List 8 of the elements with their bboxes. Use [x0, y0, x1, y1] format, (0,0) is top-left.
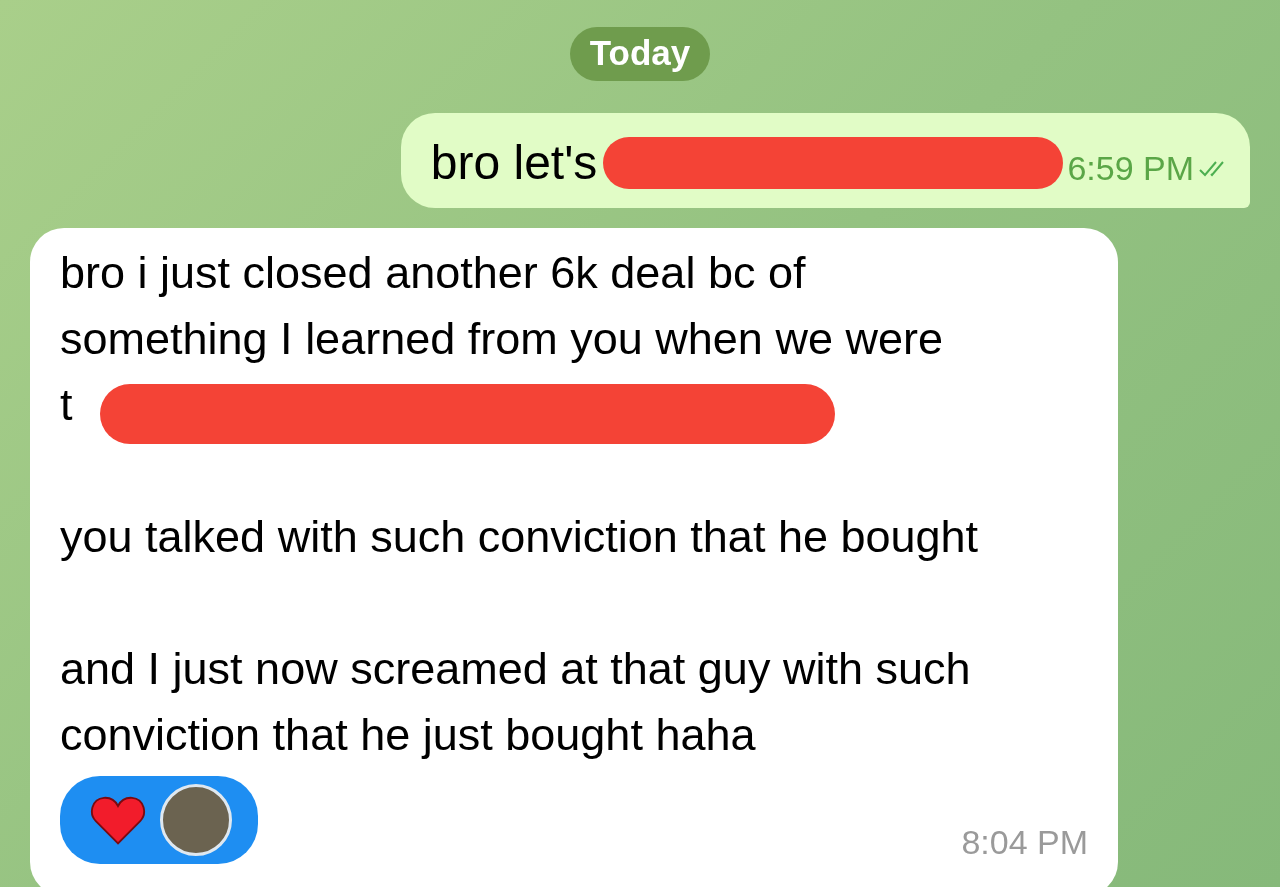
message-text: bro let's — [430, 135, 598, 190]
heart-icon — [90, 794, 146, 846]
date-label: Today — [569, 27, 711, 81]
message-time: 6:59 PM — [1067, 149, 1194, 188]
message-text: you talked with such conviction that he bought — [60, 510, 980, 564]
message-time: 8:04 PM — [961, 823, 1088, 863]
message-text: and I just now screamed at that guy with such conviction that he just bought haha — [60, 642, 972, 762]
message-text: bro i just closed another 6k deal bc of something I learned from you when we were t — [60, 246, 944, 432]
